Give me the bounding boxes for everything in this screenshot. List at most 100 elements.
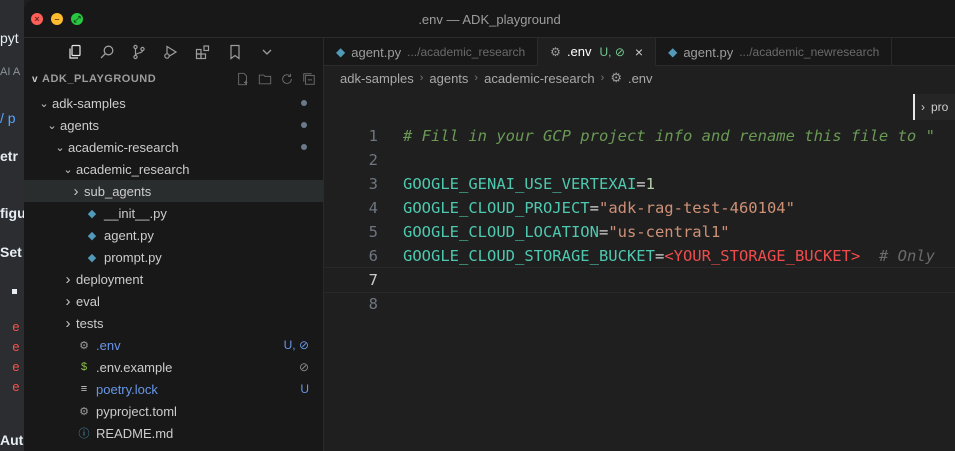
editor-tabs: ◆ agent.py .../academic_research ⚙ .env U, ⊘ ×… xyxy=(324,38,955,66)
editor-tab[interactable]: ◆ agent.py .../academic_research xyxy=(324,38,539,66)
bg-fragment: Aut xyxy=(0,432,24,448)
tree-item-label: __init__.py xyxy=(104,205,167,221)
chevron-right-icon: › xyxy=(474,72,479,84)
folder-item[interactable]: ⌄ academic_research xyxy=(24,158,323,180)
folder-item[interactable]: › tests xyxy=(24,312,323,334)
sticky-scroll-label: pro xyxy=(931,100,949,114)
code-token: = xyxy=(654,247,665,265)
chevron-right-icon: › xyxy=(65,270,71,288)
code-token: # Fill in your GCP project info and rena… xyxy=(403,127,935,145)
bg-fragment: / p xyxy=(0,110,16,126)
code-line: 7 xyxy=(323,267,955,293)
close-icon[interactable]: × xyxy=(635,44,643,60)
tree-item-label: sub_agents xyxy=(84,183,152,199)
folder-item[interactable]: ⌄ agents xyxy=(24,114,323,136)
line-number: 8 xyxy=(368,295,378,313)
folder-item[interactable]: ⌄ adk-samples xyxy=(24,92,323,114)
chevron-right-icon: › xyxy=(65,314,71,332)
breadcrumb-item[interactable]: agents xyxy=(429,71,468,86)
tab-label: .env xyxy=(566,44,592,59)
modified-dot xyxy=(301,122,307,128)
file-item[interactable]: ⚙ .env U, ⊘ xyxy=(24,334,323,356)
file-item[interactable]: ⚙ pyproject.toml xyxy=(24,400,323,422)
python-icon: ◆ xyxy=(87,207,97,220)
new-folder-icon[interactable] xyxy=(257,71,273,87)
tree-item-label: academic-research xyxy=(68,139,179,155)
folder-item[interactable]: › deployment xyxy=(24,268,323,290)
line-number: 4 xyxy=(368,199,378,217)
chevron-down-icon[interactable] xyxy=(258,43,276,61)
folder-item[interactable]: › eval xyxy=(24,290,323,312)
breadcrumb-item[interactable]: academic-research xyxy=(484,71,595,86)
file-item[interactable]: ≡ poetry.lock U xyxy=(24,378,323,400)
git-status-badge: U, ⊘ xyxy=(283,338,309,352)
chevron-right-icon: › xyxy=(73,182,79,200)
line-number: 3 xyxy=(368,175,378,193)
gear-icon: ⚙ xyxy=(79,339,89,352)
code-token: <YOUR_STORAGE_BUCKET> xyxy=(664,247,861,265)
tree-item-label: adk-samples xyxy=(52,95,126,111)
python-icon: ◆ xyxy=(668,45,678,59)
bg-fragment: e xyxy=(12,360,20,375)
tab-label: agent.py xyxy=(683,44,734,60)
tree-item-label: agent.py xyxy=(104,227,154,243)
chevron-down-icon: ⌄ xyxy=(47,119,57,132)
chevron-down-icon: ⌄ xyxy=(63,163,73,176)
extensions-icon[interactable] xyxy=(194,43,212,61)
code-line: 6 GOOGLE_CLOUD_STORAGE_BUCKET=<YOUR_STORA… xyxy=(324,244,955,268)
code-line: 2 xyxy=(324,148,955,172)
bg-fragment: e xyxy=(12,380,20,395)
code-editor[interactable]: 1 # Fill in your GCP project info and ren… xyxy=(323,124,955,316)
gear-icon: ⚙ xyxy=(610,70,622,85)
search-icon[interactable] xyxy=(98,43,116,61)
tree-item-label: README.md xyxy=(96,425,174,441)
collapse-all-icon[interactable] xyxy=(301,71,317,87)
editor-area: ◆ agent.py .../academic_research ⚙ .env U, ⊘ ×… xyxy=(323,38,955,451)
code-token: "adk-rag-test-460104" xyxy=(598,199,795,217)
folder-item[interactable]: ⌄ academic-research xyxy=(24,136,323,158)
explorer-files-icon[interactable] xyxy=(66,43,84,61)
tree-item-label: eval xyxy=(76,293,100,309)
chevron-down-icon: ⌄ xyxy=(55,141,65,154)
new-file-icon[interactable] xyxy=(235,71,251,87)
explorer-root-header[interactable]: v ADK_PLAYGROUND xyxy=(24,66,323,92)
info-icon: ⓘ xyxy=(78,428,90,440)
editor-tab[interactable]: ⚙ .env U, ⊘ × xyxy=(538,38,657,66)
bookmark-icon[interactable] xyxy=(226,43,244,61)
title-bar: × – ⤢ .env — ADK_playground xyxy=(24,0,955,38)
tree-item-label: agents xyxy=(60,117,100,133)
tab-git-status: U, ⊘ xyxy=(599,44,625,59)
modified-dot xyxy=(301,144,307,150)
editor-tab[interactable]: ◆ agent.py .../academic_newresearch xyxy=(656,38,893,66)
source-control-icon[interactable] xyxy=(130,43,148,61)
folder-item[interactable]: › sub_agents xyxy=(24,180,323,202)
modified-dot xyxy=(301,100,307,106)
chevron-down-icon: ⌄ xyxy=(39,97,49,110)
gear-icon: ⚙ xyxy=(79,405,89,418)
file-item[interactable]: ◆ prompt.py xyxy=(24,246,323,268)
gear-icon: ⚙ xyxy=(550,44,561,59)
line-number: 5 xyxy=(368,223,378,241)
line-content: GOOGLE_CLOUD_LOCATION="us-central1" xyxy=(378,223,730,241)
file-item[interactable]: $ .env.example ⊘ xyxy=(24,356,323,378)
code-line: 3 GOOGLE_GENAI_USE_VERTEXAI=1 xyxy=(324,172,955,196)
vscode-window: × – ⤢ .env — ADK_playground v ADK_PLAYGR… xyxy=(24,0,955,451)
chevron-down-icon: v xyxy=(31,73,39,85)
breadcrumb-item[interactable]: adk-samples xyxy=(340,71,414,86)
lines-icon: ≡ xyxy=(80,383,88,395)
line-number: 2 xyxy=(368,151,378,169)
tree-item-label: academic_research xyxy=(76,161,190,177)
refresh-icon[interactable] xyxy=(279,71,295,87)
run-debug-icon[interactable] xyxy=(162,43,180,61)
code-line: 8 xyxy=(324,292,955,316)
file-item[interactable]: ◆ __init__.py xyxy=(24,202,323,224)
file-item[interactable]: ◆ agent.py xyxy=(24,224,323,246)
line-content: # Fill in your GCP project info and rena… xyxy=(378,127,935,145)
sticky-scroll-widget[interactable]: › pro xyxy=(913,94,955,120)
workspace-name: ADK_PLAYGROUND xyxy=(42,73,157,85)
file-item[interactable]: ⓘ README.md xyxy=(24,422,323,444)
tree-item-label: poetry.lock xyxy=(96,381,158,397)
code-token: 1 xyxy=(645,175,655,193)
breadcrumb-item[interactable]: .env xyxy=(628,71,653,86)
line-content: GOOGLE_CLOUD_STORAGE_BUCKET=<YOUR_STORAG… xyxy=(378,247,935,265)
